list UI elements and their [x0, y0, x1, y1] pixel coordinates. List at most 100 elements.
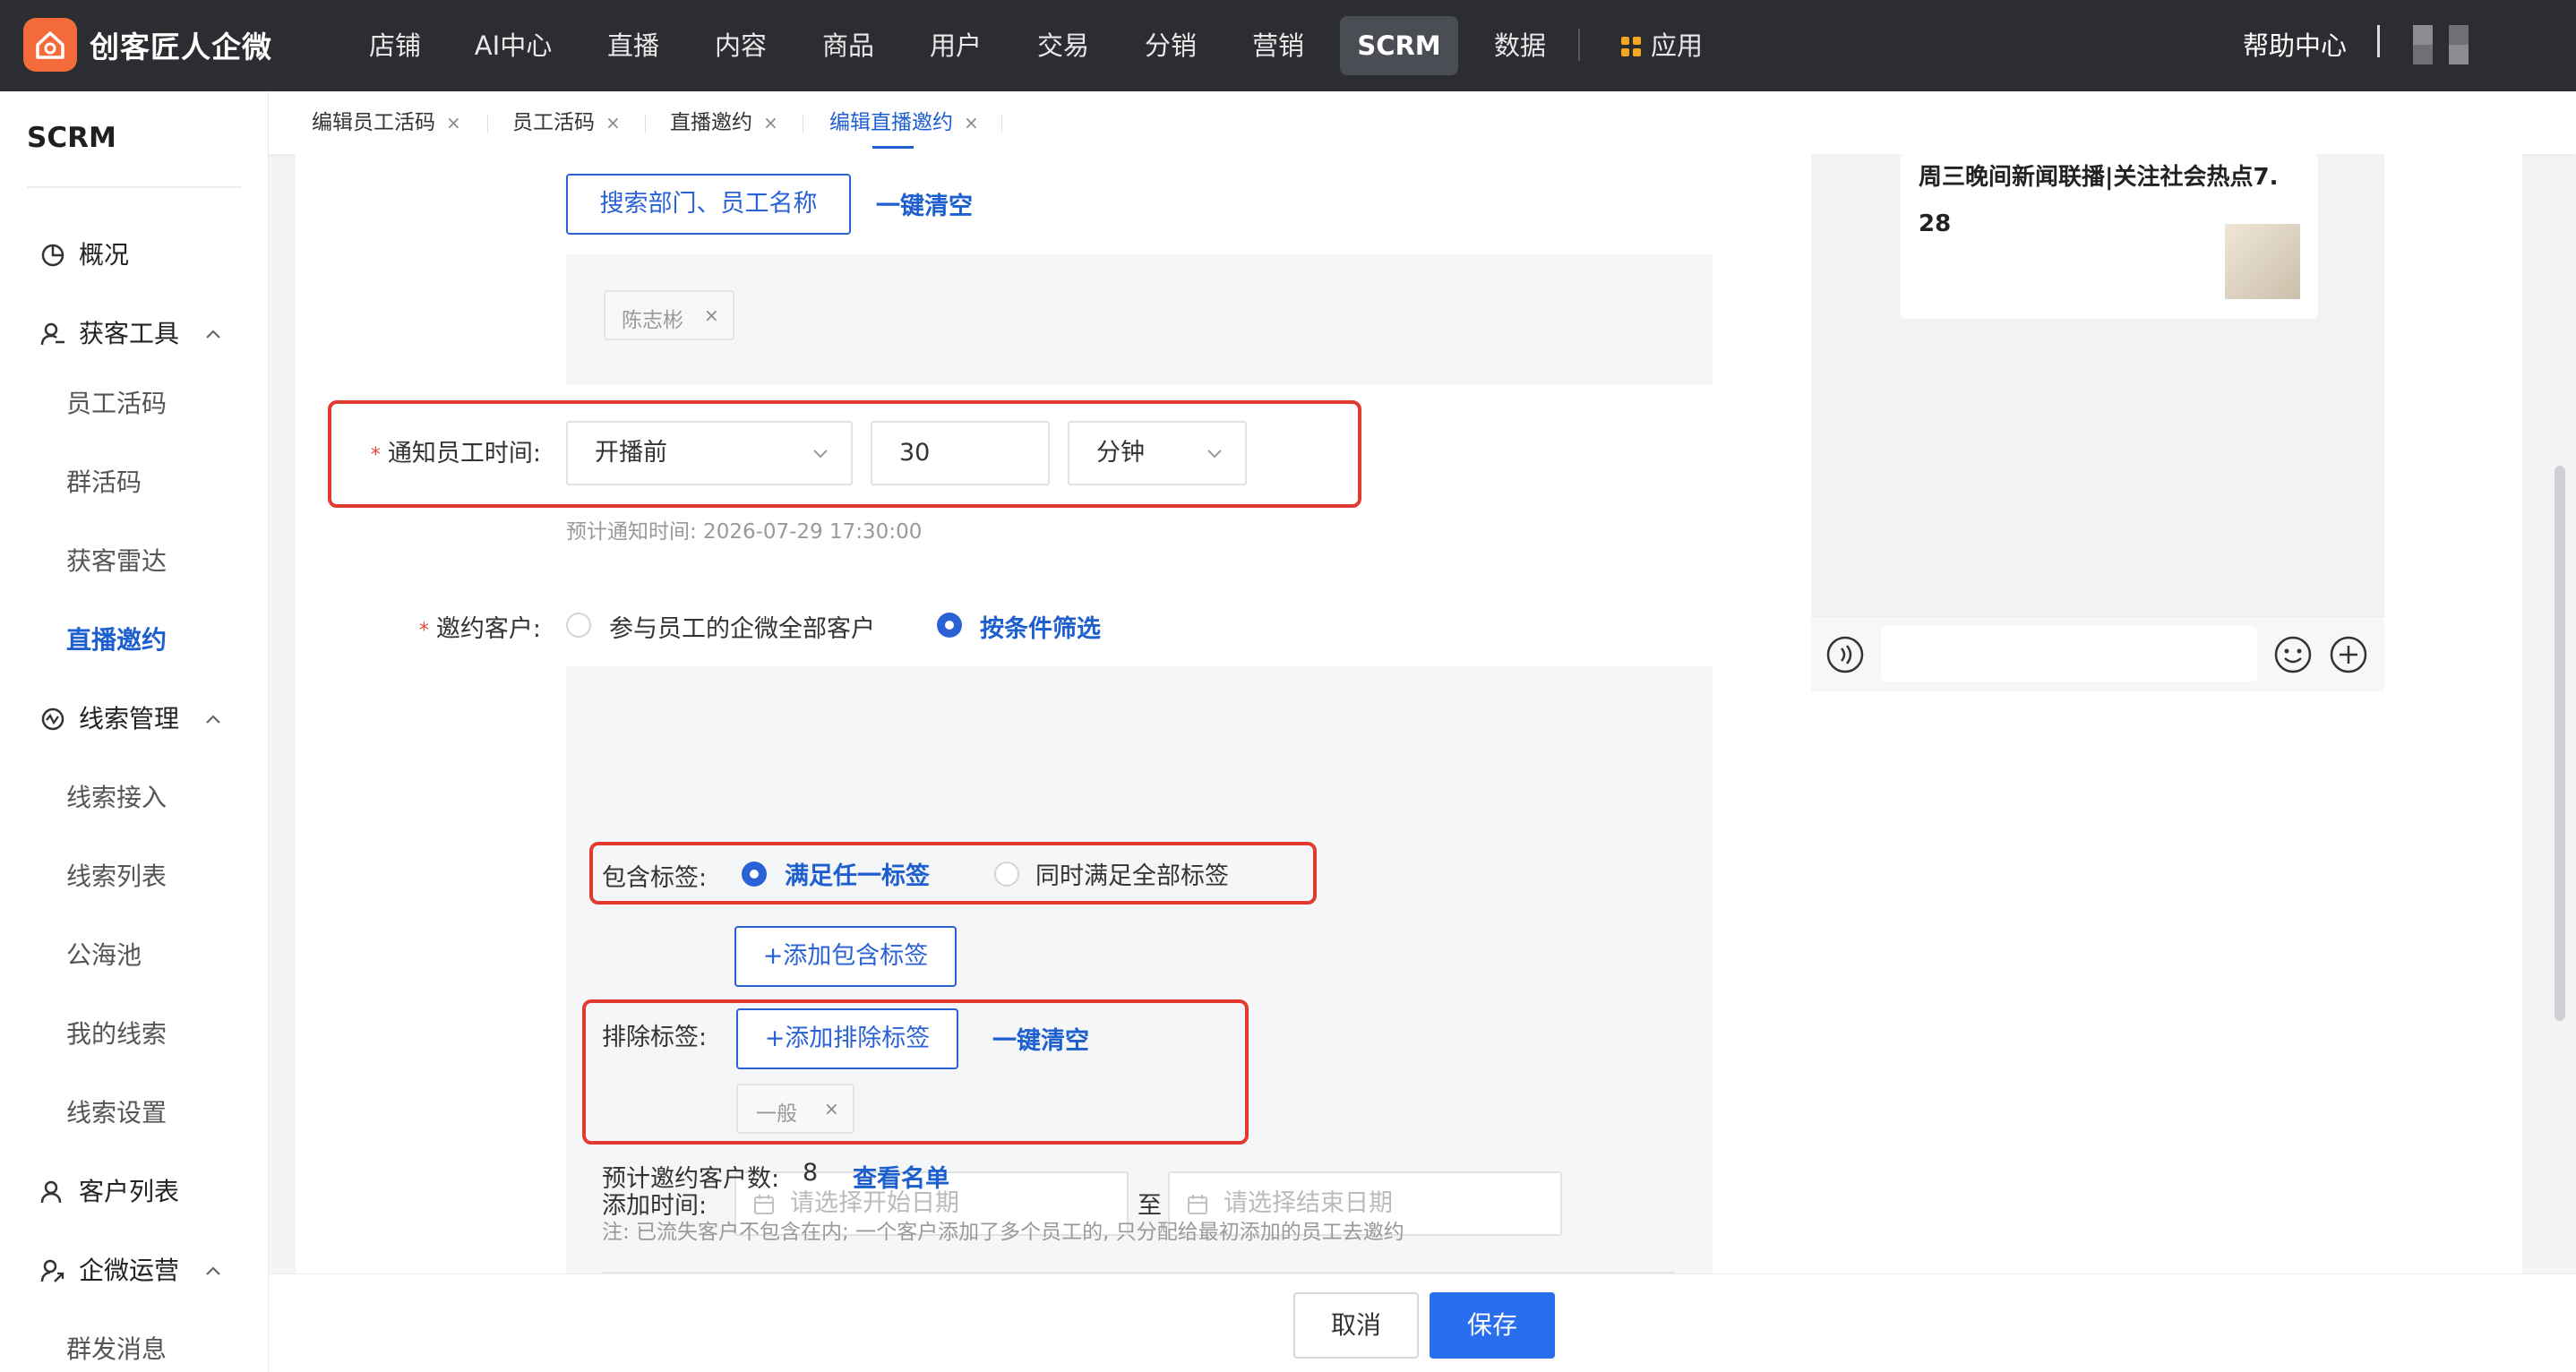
- nav-marketing[interactable]: 营销: [1247, 16, 1309, 75]
- exclude-tags-label: 排除标签:: [602, 1024, 708, 1051]
- selected-employees-box: 陈志彬 ×: [566, 254, 1713, 385]
- sidebar-group-leads-label: 线索管理: [79, 704, 180, 733]
- nav-live[interactable]: 直播: [602, 16, 665, 75]
- radio-invite-filter[interactable]: [937, 613, 962, 638]
- tab-employee-code[interactable]: 员工活码 ×: [512, 91, 621, 154]
- sidebar-item-employee-code[interactable]: 员工活码: [66, 382, 167, 426]
- radio-invite-filter-label[interactable]: 按条件筛选: [980, 609, 1101, 644]
- user-avatar[interactable]: [2413, 25, 2476, 64]
- preview-card-title-line1: 周三晚间新闻联播|关注社会热点7.: [1919, 164, 2279, 191]
- nav-products[interactable]: 商品: [817, 16, 880, 75]
- notify-when-value: 开播前: [595, 439, 667, 467]
- sidebar-group-ops[interactable]: 企微运营: [39, 1248, 179, 1293]
- nav-distribution[interactable]: 分销: [1139, 16, 1202, 75]
- tab-close-icon[interactable]: ×: [964, 112, 979, 133]
- chip-close-icon[interactable]: ×: [704, 304, 719, 326]
- plus-icon[interactable]: [2329, 635, 2368, 674]
- tab-edit-employee-code[interactable]: 编辑员工活码 ×: [312, 91, 461, 154]
- nav-data[interactable]: 数据: [1489, 16, 1551, 75]
- tab-edit-live-invite[interactable]: 编辑直播邀约 ×: [829, 91, 979, 154]
- sidebar-group-acquire[interactable]: 获客工具: [39, 312, 179, 356]
- add-include-tag-button[interactable]: +添加包含标签: [734, 926, 957, 987]
- user-add-icon: [40, 322, 64, 346]
- preview-thumbnail: [2225, 224, 2300, 299]
- sidebar-group-acquire-label: 获客工具: [79, 319, 180, 348]
- sidebar-overview-label: 概况: [79, 240, 130, 270]
- tab-close-icon[interactable]: ×: [763, 112, 778, 133]
- exclude-tag-chip-label: 一般: [756, 1102, 797, 1126]
- sidebar-group-ops-label: 企微运营: [79, 1256, 180, 1285]
- add-exclude-tag-button[interactable]: +添加排除标签: [736, 1008, 958, 1069]
- nav-shop[interactable]: 店铺: [364, 16, 426, 75]
- estimate-note: 注: 已流失客户不包含在内; 一个客户添加了多个员工的, 只分配给最初添加的员工…: [602, 1221, 1404, 1244]
- voice-icon[interactable]: [1825, 635, 1865, 674]
- exclude-tag-chip: 一般 ×: [736, 1084, 854, 1134]
- preview-chat-input[interactable]: [1881, 626, 2257, 682]
- radio-include-all-label[interactable]: 同时满足全部标签: [1035, 856, 1229, 891]
- nav-users[interactable]: 用户: [924, 16, 987, 75]
- emoji-icon[interactable]: [2273, 635, 2313, 674]
- chevron-up-icon[interactable]: [202, 1261, 224, 1282]
- sidebar-item-public-pool[interactable]: 公海池: [66, 933, 142, 978]
- nav-content[interactable]: 内容: [709, 16, 772, 75]
- sidebar-item-overview[interactable]: 概况: [39, 233, 129, 278]
- notify-unit-select[interactable]: 分钟: [1068, 421, 1247, 485]
- nav-scrm[interactable]: SCRM: [1340, 16, 1458, 75]
- chevron-down-icon: [813, 450, 828, 459]
- sidebar-item-live-invite[interactable]: 直播邀约: [66, 618, 167, 663]
- save-button[interactable]: 保存: [1430, 1292, 1555, 1359]
- radio-include-all[interactable]: [994, 862, 1019, 887]
- sidebar-item-lead-settings[interactable]: 线索设置: [66, 1091, 167, 1136]
- notify-when-select[interactable]: 开播前: [566, 421, 853, 485]
- notify-minutes-input[interactable]: 30: [871, 421, 1050, 485]
- help-center-link[interactable]: 帮助中心: [2243, 16, 2347, 75]
- sidebar-item-lead-intake[interactable]: 线索接入: [66, 776, 167, 820]
- notify-time-hint: 预计通知时间: 2026-07-29 17:30:00: [566, 520, 923, 544]
- search-department-employee-button[interactable]: 搜索部门、员工名称: [566, 174, 851, 235]
- employee-chip-label: 陈志彬: [622, 309, 683, 332]
- view-list-link[interactable]: 查看名单: [853, 1159, 949, 1194]
- chevron-up-icon[interactable]: [202, 709, 224, 731]
- invite-customers-label-text: 邀约客户:: [435, 615, 541, 643]
- brand[interactable]: 创客匠人企微: [23, 16, 272, 73]
- chevron-up-icon[interactable]: [202, 324, 224, 346]
- nav-apps-label: 应用: [1650, 30, 1703, 61]
- clear-employees-link[interactable]: 一键清空: [876, 186, 973, 221]
- sidebar-item-group-code[interactable]: 群活码: [66, 460, 142, 505]
- radio-invite-all-label[interactable]: 参与员工的企微全部客户: [609, 609, 875, 644]
- nav-ai-center[interactable]: AI中心: [469, 16, 557, 75]
- tab-separator: [645, 115, 646, 133]
- sidebar-item-my-leads[interactable]: 我的线索: [66, 1012, 167, 1057]
- sidebar-divider: [27, 186, 242, 188]
- tab-label: 编辑直播邀约: [829, 111, 953, 134]
- tab-close-icon[interactable]: ×: [446, 112, 461, 133]
- tab-separator: [1001, 115, 1002, 133]
- include-tags-label: 包含标签:: [602, 864, 708, 892]
- clear-exclude-tags-link[interactable]: 一键清空: [992, 1021, 1089, 1056]
- form-footer: 取消 保存: [269, 1273, 2576, 1372]
- tab-live-invite[interactable]: 直播邀约 ×: [670, 91, 778, 154]
- cancel-button[interactable]: 取消: [1293, 1292, 1419, 1359]
- nav-trade[interactable]: 交易: [1032, 16, 1095, 75]
- radio-invite-all[interactable]: [566, 613, 591, 638]
- sidebar-title: SCRM: [27, 122, 116, 154]
- sidebar-group-leads[interactable]: 线索管理: [39, 697, 179, 742]
- sidebar-item-lead-list[interactable]: 线索列表: [66, 854, 167, 899]
- apps-grid-icon: [1620, 37, 1641, 56]
- sidebar: SCRM 概况 获客工具 员工活码 群活码 获客雷达 直播邀约 线索管理 线索接…: [0, 91, 269, 1372]
- invite-customers-label: * 邀约客户:: [418, 615, 541, 643]
- tab-close-icon[interactable]: ×: [605, 112, 621, 133]
- radio-include-any-label[interactable]: 满足任一标签: [785, 856, 930, 891]
- page-scrollbar[interactable]: [2555, 466, 2565, 1021]
- tab-separator: [487, 115, 488, 133]
- chip-close-icon[interactable]: ×: [824, 1098, 839, 1119]
- sidebar-item-customers[interactable]: 客户列表: [39, 1170, 179, 1214]
- sidebar-item-acquire-radar[interactable]: 获客雷达: [66, 539, 167, 584]
- estimate-value: 8: [803, 1159, 819, 1187]
- radio-include-any[interactable]: [742, 862, 767, 887]
- customer-icon: [40, 1180, 62, 1204]
- notify-minutes-value: 30: [899, 439, 931, 467]
- nav-apps[interactable]: 应用: [1612, 16, 1711, 75]
- sidebar-item-mass-message[interactable]: 群发消息: [66, 1327, 167, 1372]
- notify-time-label: * 通知员工时间:: [370, 440, 541, 467]
